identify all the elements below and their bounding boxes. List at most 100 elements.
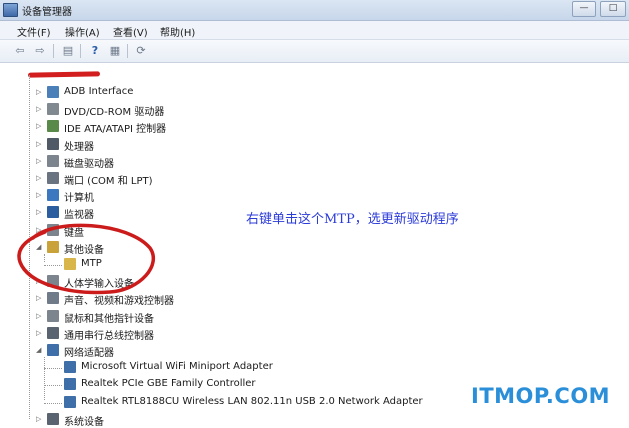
scan-hardware-icon[interactable]: ⟳ <box>133 43 149 58</box>
tree-item-label: Realtek RTL8188CU Wireless LAN 802.11n U… <box>81 395 423 407</box>
expand-arrow-icon[interactable]: ▷ <box>36 207 44 217</box>
mouse-icon <box>47 309 59 322</box>
toolbar-separator <box>80 44 81 58</box>
help-icon[interactable]: ? <box>87 43 103 58</box>
tree-item-label: 处理器 <box>64 141 94 153</box>
expand-arrow-icon[interactable]: ▷ <box>36 173 44 183</box>
sound-icon <box>47 292 59 305</box>
menu-file[interactable]: 文件(F) <box>17 24 51 39</box>
forward-arrow-icon[interactable]: ⇨ <box>32 43 48 58</box>
tree-connector <box>44 253 45 263</box>
tree-category[interactable]: ▷ 声音、视频和游戏控制器 <box>0 291 600 307</box>
collapse-arrow-icon[interactable]: ◢ <box>36 242 44 252</box>
tree-item-label: DVD/CD-ROM 驱动器 <box>64 107 165 119</box>
expand-arrow-icon[interactable]: ▷ <box>36 311 44 321</box>
tree-item-label: 磁盘驱动器 <box>64 158 114 170</box>
tree-item-label: 网络适配器 <box>64 348 114 359</box>
toolbar: ⇦ ⇨ ▤ ? ▦ ⟳ <box>0 40 629 63</box>
ide-controller-icon <box>47 120 59 133</box>
tree-connector <box>44 402 62 404</box>
tree-item-label: ADB Interface <box>64 86 134 97</box>
tree-connector <box>44 357 45 400</box>
tree-item-label: 人体学输入设备 <box>64 279 134 291</box>
tree-connector <box>44 265 62 266</box>
tree-category[interactable]: ▷ 处理器 <box>0 137 600 153</box>
tree-item-label: MTP <box>81 258 102 269</box>
unknown-device-warning-icon <box>64 258 76 270</box>
tree-category[interactable]: ▷ IDE ATA/ATAPI 控制器 <box>0 119 600 135</box>
expand-arrow-icon[interactable]: ▷ <box>36 328 44 338</box>
expand-arrow-icon[interactable]: ▷ <box>36 104 44 114</box>
tree-device[interactable]: Microsoft Virtual WiFi Miniport Adapter <box>0 360 600 376</box>
expand-arrow-icon[interactable]: ▷ <box>36 276 44 286</box>
processor-icon <box>47 137 59 150</box>
network-card-icon <box>64 378 76 391</box>
back-arrow-icon[interactable]: ⇦ <box>12 43 28 58</box>
window-title: 设备管理器 <box>22 7 72 18</box>
usb-icon <box>47 326 59 339</box>
device-tree: ▷ ADB Interface ▷ DVD/CD-ROM 驱动器 ▷ IDE ATA/AT… <box>0 63 629 428</box>
toolbar-separator <box>127 44 128 58</box>
expand-arrow-icon[interactable]: ▷ <box>36 225 44 235</box>
tree-item-label: 其他设备 <box>64 244 104 256</box>
tree-category[interactable]: ▷ 通用串行总线控制器 <box>0 326 600 342</box>
tree-category[interactable]: ▷ ADB Interface <box>0 85 600 101</box>
expand-arrow-icon[interactable]: ▷ <box>36 156 44 166</box>
disk-drive-icon <box>47 154 59 167</box>
network-adapter-icon <box>47 344 59 356</box>
tree-connector <box>29 75 30 419</box>
title-bar[interactable]: 设备管理器 — □ <box>0 0 629 21</box>
expand-arrow-icon[interactable]: ▷ <box>36 121 44 131</box>
tree-connector <box>44 368 62 370</box>
monitor-icon <box>47 206 59 219</box>
tree-category[interactable]: ▷ 磁盘驱动器 <box>0 154 600 170</box>
dvd-drive-icon <box>47 103 59 116</box>
expand-arrow-icon[interactable]: ▷ <box>36 87 44 97</box>
watermark: ITMOP.COM <box>471 384 611 408</box>
menu-view[interactable]: 查看(V) <box>113 24 148 39</box>
tree-category[interactable]: ◢ 网络适配器 <box>0 343 600 359</box>
tree-item-label: 监视器 <box>64 210 94 222</box>
device-manager-app-icon <box>3 3 18 17</box>
keyboard-icon <box>47 223 59 236</box>
expand-arrow-icon[interactable]: ▷ <box>36 414 44 424</box>
view-list-icon[interactable]: ▤ <box>60 43 76 58</box>
properties-icon[interactable]: ▦ <box>107 43 123 58</box>
tree-item-label: 端口 (COM 和 LPT) <box>64 176 153 187</box>
menu-action[interactable]: 操作(A) <box>65 24 100 39</box>
menu-help[interactable]: 帮助(H) <box>160 24 195 39</box>
tree-category[interactable]: ▷ 系统设备 <box>0 412 600 428</box>
tree-item-label: 系统设备 <box>64 416 104 428</box>
maximize-button[interactable]: □ <box>600 1 626 17</box>
expand-arrow-icon[interactable]: ▷ <box>36 139 44 149</box>
hid-icon <box>47 275 59 288</box>
network-card-icon <box>64 395 76 408</box>
tree-item-label: 计算机 <box>64 193 94 205</box>
tree-category[interactable]: ▷ DVD/CD-ROM 驱动器 <box>0 102 600 118</box>
tree-item-label: Realtek PCIe GBE Family Controller <box>81 378 256 390</box>
network-card-icon <box>64 361 76 374</box>
tree-category[interactable]: ▷ 人体学输入设备 <box>0 274 600 290</box>
collapse-arrow-icon[interactable]: ◢ <box>36 345 44 355</box>
tree-category[interactable]: ▷ 计算机 <box>0 188 600 204</box>
tree-item-label: 声音、视频和游戏控制器 <box>64 296 174 308</box>
tree-item-label: Microsoft Virtual WiFi Miniport Adapter <box>81 361 273 373</box>
port-icon <box>47 172 59 184</box>
tree-item-label: 鼠标和其他指针设备 <box>64 313 154 325</box>
tree-category[interactable]: ▷ 鼠标和其他指针设备 <box>0 309 600 325</box>
expand-arrow-icon[interactable]: ▷ <box>36 293 44 303</box>
tree-item-label: IDE ATA/ATAPI 控制器 <box>64 124 167 136</box>
toolbar-separator <box>53 44 54 58</box>
minimize-button[interactable]: — <box>572 1 596 17</box>
expand-arrow-icon[interactable]: ▷ <box>36 190 44 200</box>
other-devices-icon <box>47 240 59 253</box>
menu-bar: 文件(F) 操作(A) 查看(V) 帮助(H) <box>0 21 629 40</box>
tree-item-label: 通用串行总线控制器 <box>64 330 154 342</box>
system-devices-icon <box>47 412 59 425</box>
tree-device[interactable]: MTP <box>0 257 600 273</box>
tree-category[interactable]: ◢ 其他设备 <box>0 240 600 256</box>
tree-item-label: 键盘 <box>64 227 84 239</box>
tree-connector <box>44 385 62 387</box>
tree-category[interactable]: ▷ 端口 (COM 和 LPT) <box>0 171 600 187</box>
instruction-annotation: 右键单击这个MTP，选更新驱动程序 <box>246 212 459 227</box>
